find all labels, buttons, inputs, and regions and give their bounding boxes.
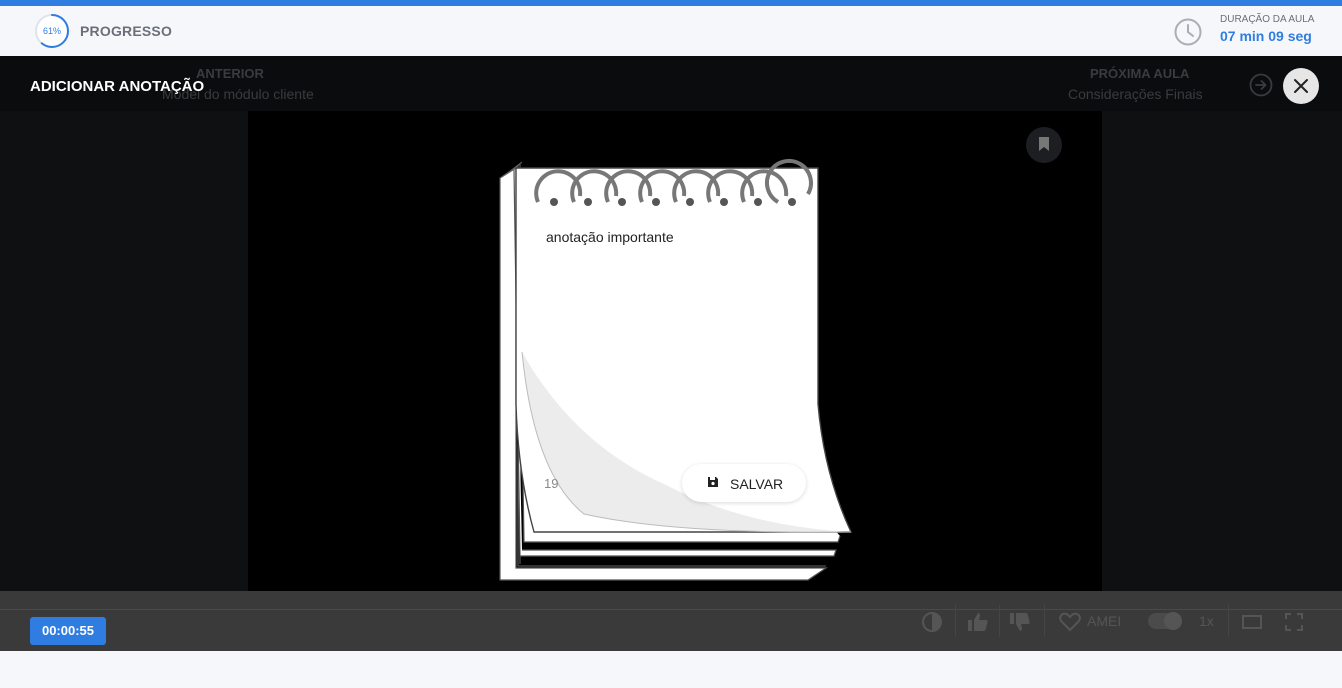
next-lesson-title[interactable]: Considerações Finais bbox=[1068, 86, 1203, 102]
divider bbox=[999, 605, 1000, 637]
clock-icon bbox=[1174, 18, 1202, 46]
save-button-label: SALVAR bbox=[730, 476, 784, 492]
duration-label: DURAÇÃO DA AULA bbox=[1220, 14, 1315, 25]
save-button[interactable]: SALVAR bbox=[682, 464, 806, 502]
progress-ring: 61% bbox=[34, 13, 70, 49]
save-icon bbox=[708, 477, 718, 487]
heart-icon[interactable] bbox=[1058, 611, 1082, 633]
theater-icon[interactable] bbox=[1240, 611, 1264, 633]
duration-value: 07 min 09 seg bbox=[1220, 28, 1312, 44]
close-button[interactable] bbox=[1283, 68, 1319, 104]
divider bbox=[1228, 605, 1229, 637]
lesson-header: 61% PROGRESSO DURAÇÃO DA AULA 07 min 09 … bbox=[0, 6, 1342, 56]
side-panel-left bbox=[0, 111, 248, 591]
thumbs-down-icon[interactable] bbox=[1008, 611, 1032, 633]
divider bbox=[1044, 605, 1045, 637]
contrast-icon[interactable] bbox=[920, 611, 944, 633]
autoplay-toggle[interactable] bbox=[1148, 612, 1182, 630]
speed-label[interactable]: 1x bbox=[1199, 613, 1214, 629]
note-textarea[interactable]: anotação importante bbox=[546, 229, 674, 245]
modal-title: ADICIONAR ANOTAÇÃO bbox=[30, 78, 205, 95]
toggle-knob bbox=[1164, 612, 1182, 630]
close-icon bbox=[1294, 79, 1308, 93]
character-count: 19 bbox=[544, 476, 559, 491]
bookmark-button[interactable] bbox=[1026, 127, 1062, 163]
bookmark-icon bbox=[1039, 137, 1049, 151]
love-label[interactable]: AMEI bbox=[1087, 613, 1121, 629]
player-controls: 00:00:55 AMEI 1x bbox=[0, 591, 1342, 651]
progress-label: PROGRESSO bbox=[80, 23, 173, 39]
progress-percent: 61% bbox=[42, 26, 61, 36]
side-panel-right bbox=[1102, 111, 1342, 591]
divider bbox=[955, 605, 956, 637]
next-lesson-label[interactable]: PRÓXIMA AULA bbox=[1090, 66, 1189, 81]
seek-bar[interactable] bbox=[0, 609, 1342, 610]
timestamp-badge[interactable]: 00:00:55 bbox=[30, 617, 106, 645]
notepad: anotação importante 19 SALVAR bbox=[494, 144, 856, 584]
prev-lesson-label[interactable]: ANTERIOR bbox=[196, 66, 264, 81]
thumbs-up-icon[interactable] bbox=[966, 611, 990, 633]
arrow-right-icon[interactable] bbox=[1249, 73, 1273, 97]
notepad-drawing bbox=[499, 158, 853, 581]
fullscreen-icon[interactable] bbox=[1282, 611, 1306, 633]
